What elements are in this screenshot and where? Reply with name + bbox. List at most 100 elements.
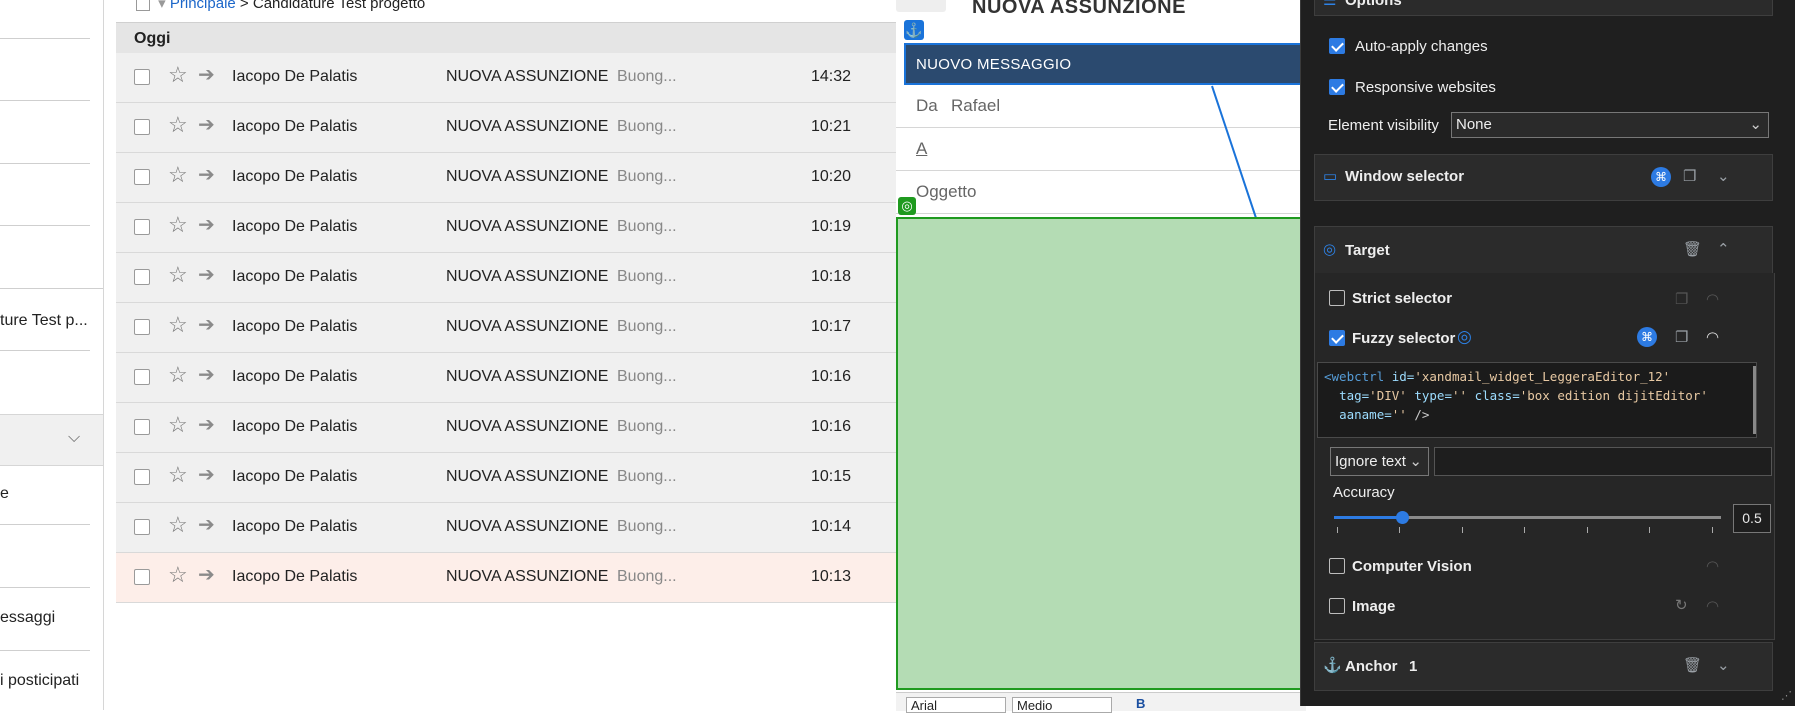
chevron-up-icon[interactable]: ⌃: [1749, 0, 1762, 9]
copy-icon[interactable]: ❐: [1683, 169, 1696, 185]
copy-icon[interactable]: ❐: [1675, 292, 1688, 308]
mail-row[interactable]: ☆ ➔ Iacopo De Palatis NUOVA ASSUNZIONE Buong…: [116, 553, 899, 603]
mail-row[interactable]: ☆ ➔ Iacopo De Palatis NUOVA ASSUNZIONE Buong…: [116, 53, 899, 103]
copy-icon[interactable]: ❐: [1675, 330, 1688, 346]
window-selector-section[interactable]: ▭ Window selector ⌘ ❐ ⌄: [1314, 154, 1773, 201]
group-label: Oggi: [134, 30, 171, 47]
select-all-checkbox[interactable]: [136, 0, 150, 12]
star-icon[interactable]: ☆: [168, 564, 188, 586]
element-visibility-value: None: [1456, 116, 1492, 133]
sidebar-item-folder[interactable]: ture Test p...: [0, 312, 88, 330]
star-icon[interactable]: ☆: [168, 464, 188, 486]
row-checkbox[interactable]: [134, 319, 150, 335]
sidebar-item[interactable]: e: [0, 485, 9, 503]
fuzzy-selector-code[interactable]: <webctrl id='xandmail_widget_LeggeraEdit…: [1317, 362, 1757, 438]
mail-row[interactable]: ☆ ➔ Iacopo De Palatis NUOVA ASSUNZIONE Buong…: [116, 503, 899, 553]
resize-grip-icon[interactable]: ⋰: [1781, 688, 1792, 704]
font-select[interactable]: Arial: [906, 697, 1006, 713]
mail-row[interactable]: ☆ ➔ Iacopo De Palatis NUOVA ASSUNZIONE Buong…: [116, 253, 899, 303]
refresh-icon[interactable]: ↻: [1675, 598, 1688, 614]
star-icon[interactable]: ☆: [168, 214, 188, 236]
accuracy-slider-thumb[interactable]: [1396, 511, 1409, 524]
row-checkbox[interactable]: [134, 269, 150, 285]
forward-arrow-icon: ➔: [198, 314, 215, 336]
row-checkbox[interactable]: [134, 369, 150, 385]
image-checkbox[interactable]: [1329, 598, 1345, 614]
forward-arrow-icon: ➔: [198, 464, 215, 486]
row-checkbox[interactable]: [134, 569, 150, 585]
star-icon[interactable]: ☆: [168, 64, 188, 86]
fuzzy-selector-checkbox[interactable]: [1329, 330, 1345, 346]
sender: Iacopo De Palatis: [232, 318, 358, 335]
size-select[interactable]: Medio: [1012, 697, 1112, 713]
target-icon[interactable]: ◎: [898, 197, 916, 215]
breadcrumb-root[interactable]: Principale: [170, 0, 236, 12]
bold-icon[interactable]: B: [1136, 696, 1145, 711]
star-icon[interactable]: ☆: [168, 114, 188, 136]
row-checkbox[interactable]: [134, 519, 150, 535]
time: 10:19: [811, 218, 852, 235]
row-checkbox[interactable]: [134, 419, 150, 435]
chevron-down-icon[interactable]: ⌄: [1717, 658, 1730, 674]
mail-row[interactable]: ☆ ➔ Iacopo De Palatis NUOVA ASSUNZIONE Buong…: [116, 403, 899, 453]
sender: Iacopo De Palatis: [232, 568, 358, 585]
mail-row[interactable]: ☆ ➔ Iacopo De Palatis NUOVA ASSUNZIONE Buong…: [116, 153, 899, 203]
divider: [0, 288, 103, 289]
row-checkbox[interactable]: [134, 219, 150, 235]
accuracy-value[interactable]: 0.5: [1733, 504, 1771, 533]
preview: Buong...: [617, 418, 677, 435]
star-icon[interactable]: ☆: [168, 514, 188, 536]
eye-icon[interactable]: ◠: [1706, 599, 1719, 615]
ignore-text-input[interactable]: [1434, 447, 1772, 476]
element-visibility-select[interactable]: None ⌄: [1451, 112, 1769, 138]
computer-vision-checkbox[interactable]: [1329, 558, 1345, 574]
time: 10:17: [811, 318, 852, 335]
selector-editor-icon[interactable]: ⌘: [1651, 167, 1671, 187]
auto-apply-checkbox[interactable]: [1329, 38, 1345, 54]
subject: NUOVA ASSUNZIONE: [446, 218, 609, 235]
scrollbar[interactable]: [1753, 366, 1756, 434]
selector-editor-icon[interactable]: ⌘: [1637, 327, 1657, 347]
divider: [0, 163, 90, 164]
trash-icon[interactable]: 🗑: [1683, 658, 1702, 674]
star-icon[interactable]: ☆: [168, 164, 188, 186]
chevron-up-icon[interactable]: ⌃: [1717, 242, 1730, 258]
row-checkbox[interactable]: [134, 169, 150, 185]
options-title: Options: [1345, 0, 1402, 9]
row-checkbox[interactable]: [134, 469, 150, 485]
strict-selector-checkbox[interactable]: [1329, 290, 1345, 306]
star-icon[interactable]: ☆: [168, 414, 188, 436]
star-icon[interactable]: ☆: [168, 314, 188, 336]
subject: NUOVA ASSUNZIONE: [446, 268, 609, 285]
eye-icon[interactable]: ◠: [1706, 330, 1719, 346]
eye-icon[interactable]: ◠: [1706, 292, 1719, 308]
row-checkbox[interactable]: [134, 69, 150, 85]
sidebar-section-toggle[interactable]: ⌵: [0, 414, 103, 466]
options-section-header[interactable]: ☰ Options ⌃: [1314, 0, 1773, 16]
ignore-text-select[interactable]: Ignore text ⌄: [1330, 447, 1429, 476]
star-icon[interactable]: ☆: [168, 364, 188, 386]
target-section-header[interactable]: ◎ Target 🗑 ⌃: [1314, 226, 1773, 275]
sidebar-item-messages[interactable]: essaggi: [0, 609, 55, 627]
sender: Iacopo De Palatis: [232, 418, 358, 435]
sender: Iacopo De Palatis: [232, 118, 358, 135]
mail-row[interactable]: ☆ ➔ Iacopo De Palatis NUOVA ASSUNZIONE Buong…: [116, 453, 899, 503]
preview: Buong...: [617, 218, 677, 235]
responsive-checkbox[interactable]: [1329, 79, 1345, 95]
target-icon[interactable]: ◎: [1457, 328, 1472, 345]
message-editor[interactable]: [896, 217, 1306, 690]
mail-row[interactable]: ☆ ➔ Iacopo De Palatis NUOVA ASSUNZIONE Buong…: [116, 303, 899, 353]
mail-row[interactable]: ☆ ➔ Iacopo De Palatis NUOVA ASSUNZIONE Buong…: [116, 203, 899, 253]
mail-row[interactable]: ☆ ➔ Iacopo De Palatis NUOVA ASSUNZIONE Buong…: [116, 353, 899, 403]
row-checkbox[interactable]: [134, 119, 150, 135]
divider: [0, 225, 90, 226]
options-icon: ☰: [1323, 0, 1337, 9]
star-icon[interactable]: ☆: [168, 264, 188, 286]
anchor-section-header[interactable]: ⚓ Anchor 1 🗑 ⌄: [1314, 642, 1773, 691]
trash-icon[interactable]: 🗑: [1683, 242, 1702, 258]
eye-icon[interactable]: ◠: [1706, 559, 1719, 575]
mail-row[interactable]: ☆ ➔ Iacopo De Palatis NUOVA ASSUNZIONE Buong…: [116, 103, 899, 153]
window-icon: ▭: [1323, 168, 1338, 185]
chevron-down-icon[interactable]: ⌄: [1717, 169, 1730, 185]
sidebar-item-postponed[interactable]: i posticipati: [0, 672, 79, 690]
